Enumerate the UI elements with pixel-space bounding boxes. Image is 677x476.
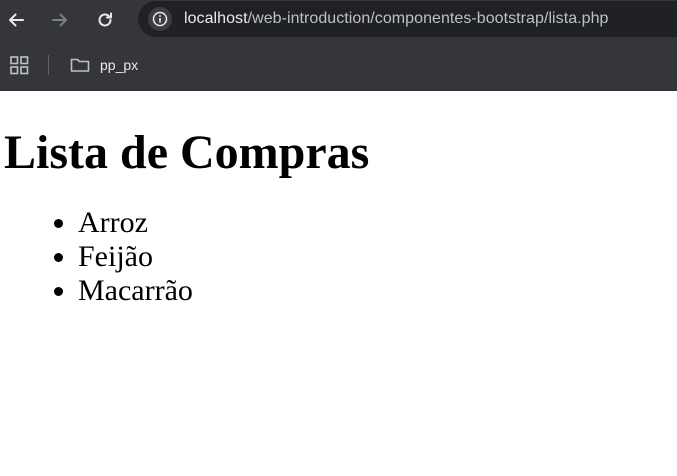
bookmarks-bar: pp_px (0, 40, 677, 91)
apps-grid-icon[interactable] (10, 56, 29, 75)
page-title: Lista de Compras (4, 126, 370, 179)
browser-toolbar: localhost/web-introduction/componentes-b… (0, 0, 677, 40)
bookmark-folder-pp-px[interactable]: pp_px (66, 51, 144, 79)
reload-button[interactable] (91, 6, 119, 34)
arrow-left-icon (9, 13, 24, 27)
browser-chrome: localhost/web-introduction/componentes-b… (0, 0, 677, 91)
forward-button[interactable] (46, 6, 74, 34)
list-item: Arroz (78, 206, 677, 240)
page-content: Lista de Compras Arroz Feijão Macarrão (0, 124, 677, 308)
url-text[interactable]: localhost/web-introduction/componentes-b… (184, 10, 609, 28)
url-path: /web-introduction/componentes-bootstrap/… (247, 10, 609, 27)
bookmark-label: pp_px (100, 57, 139, 73)
arrow-right-icon (52, 13, 67, 27)
url-host: localhost (184, 10, 248, 27)
site-info-button[interactable] (142, 1, 178, 37)
folder-icon (70, 58, 90, 72)
bookmarks-divider (48, 55, 49, 75)
list-item: Feijão (78, 240, 677, 274)
address-bar[interactable]: localhost/web-introduction/componentes-b… (138, 1, 677, 37)
info-icon (148, 7, 172, 31)
back-button[interactable] (2, 6, 30, 34)
shopping-list: Arroz Feijão Macarrão (4, 206, 677, 308)
reload-icon (98, 12, 112, 27)
list-item: Macarrão (78, 274, 677, 308)
